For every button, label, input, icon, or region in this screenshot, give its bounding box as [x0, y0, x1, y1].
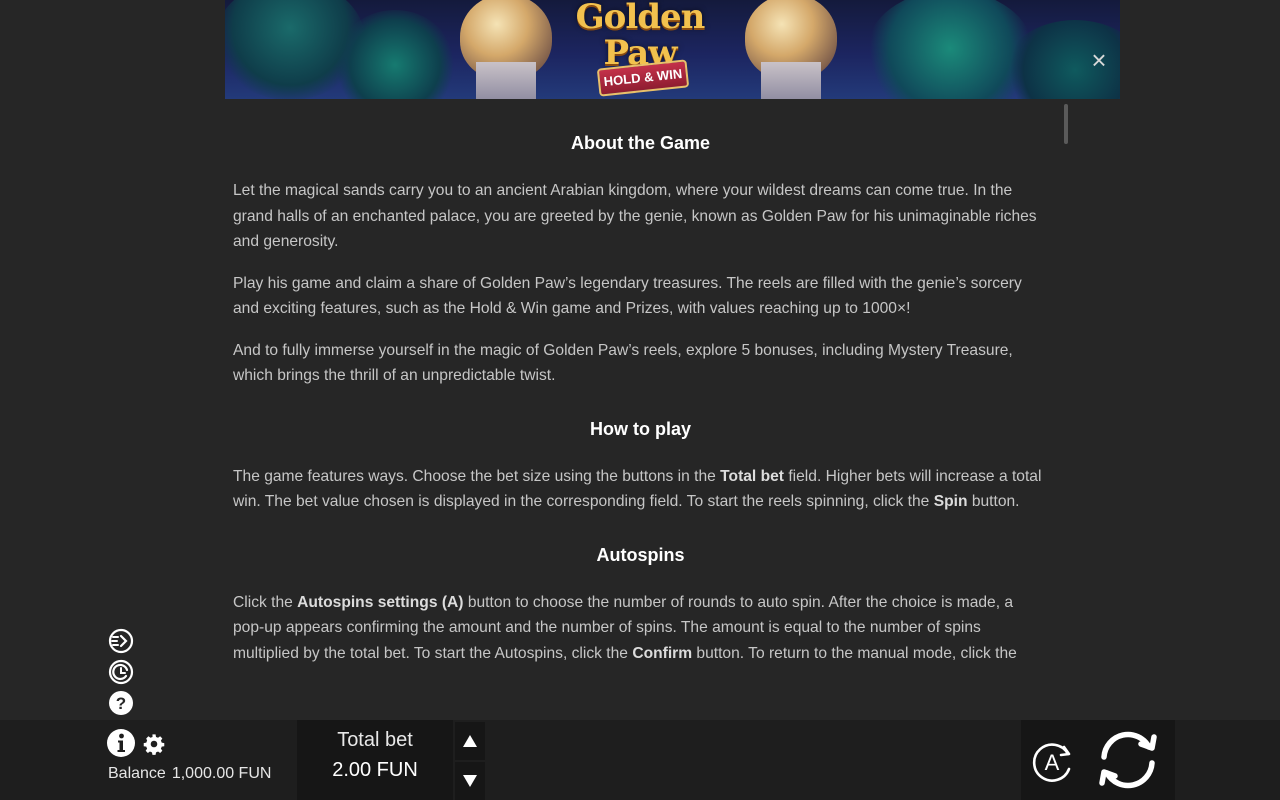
- bold-total-bet: Total bet: [720, 467, 784, 485]
- palace-tower: [476, 62, 536, 99]
- close-button[interactable]: ×: [1087, 47, 1111, 73]
- logo-line1: Golden: [575, 0, 706, 37]
- content-fade: [225, 662, 1055, 698]
- bold-autospins-settings: Autospins settings (A): [297, 593, 464, 611]
- autospins-button[interactable]: A: [1028, 738, 1076, 786]
- about-paragraph-2: Play his game and claim a share of Golde…: [233, 274, 1022, 318]
- help-icon[interactable]: ?: [108, 690, 134, 716]
- fast-spin-icon[interactable]: [108, 628, 134, 654]
- spin-button[interactable]: [1094, 727, 1162, 793]
- scrollbar-thumb[interactable]: [1064, 104, 1068, 144]
- about-paragraph-3: And to fully immerse yourself in the mag…: [233, 341, 1013, 385]
- section-title-about: About the Game: [570, 133, 710, 153]
- turbo-icon[interactable]: [108, 659, 134, 685]
- palace-tower: [761, 62, 821, 99]
- autospins-paragraph: Click the Autospins settings (A) button …: [233, 590, 1048, 667]
- bold-confirm: Confirm: [632, 644, 693, 662]
- game-banner: Golden Paw HOLD & WIN: [225, 0, 1120, 99]
- total-bet-value: 2.00 FUN: [332, 759, 418, 781]
- section-title-autospins: Autospins: [596, 544, 685, 565]
- arrow-down-icon: [463, 775, 477, 787]
- text-run: The game features ways. Choose the bet s…: [233, 467, 721, 485]
- arrow-up-icon: [463, 735, 477, 747]
- how-to-play-paragraph: The game features ways. Choose the bet s…: [233, 464, 1048, 515]
- spin-icon: [1099, 731, 1157, 789]
- info-icon[interactable]: [106, 728, 136, 758]
- rules-content[interactable]: About the Game Let the magical sands car…: [233, 99, 1048, 697]
- text-run: button.: [967, 493, 1020, 510]
- section-title-how-to-play: How to play: [589, 418, 691, 439]
- gear-icon[interactable]: [143, 733, 165, 755]
- total-bet-label: Total bet: [337, 729, 413, 751]
- balance-display: Balance 1,000.00 FUN: [108, 765, 271, 783]
- balance-value: 1,000.00 FUN: [171, 765, 272, 782]
- bold-spin: Spin: [933, 493, 968, 510]
- total-bet-panel: Total bet 2.00 FUN: [297, 720, 453, 800]
- autospins-label: A: [1045, 750, 1060, 775]
- bet-increase-button[interactable]: [455, 722, 485, 760]
- svg-text:?: ?: [116, 694, 126, 713]
- about-paragraph-1: Let the magical sands carry you to an an…: [233, 182, 1037, 250]
- text-run: Click the: [233, 593, 298, 611]
- text-run: button. To return to the manual mode, cl…: [692, 644, 1017, 662]
- balance-label: Balance: [108, 765, 166, 782]
- game-logo: Golden Paw HOLD & WIN: [570, 0, 710, 99]
- bet-decrease-button[interactable]: [455, 762, 485, 800]
